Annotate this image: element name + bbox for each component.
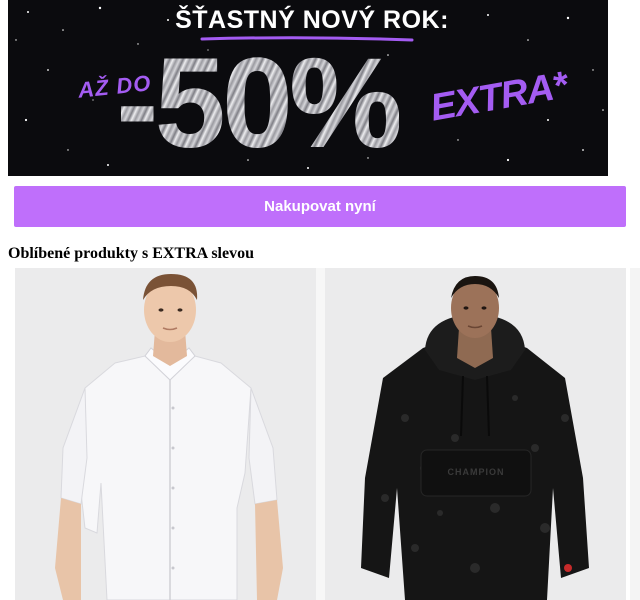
section-title: Oblíbené produkty s EXTRA slevou: [8, 245, 254, 262]
product-image-white-shirt[interactable]: [15, 268, 316, 600]
product-card-hoodie[interactable]: CHAMPION: [325, 268, 626, 600]
grid-gap: [316, 268, 325, 600]
banner-headline: ŠŤASTNÝ NOVÝ ROK:: [175, 6, 449, 34]
product-image-black-hoodie[interactable]: CHAMPION: [325, 268, 626, 600]
page-edge: [630, 268, 640, 600]
banner-discount: -50%: [116, 32, 403, 175]
svg-text:CHAMPION: CHAMPION: [448, 467, 505, 477]
product-card-shirt[interactable]: [15, 268, 316, 600]
promo-banner[interactable]: ŠŤASTNÝ NOVÝ ROK: AŽ DO -50% EXTRA*: [8, 0, 608, 176]
shop-now-button[interactable]: Nakupovat nyní: [14, 186, 626, 227]
